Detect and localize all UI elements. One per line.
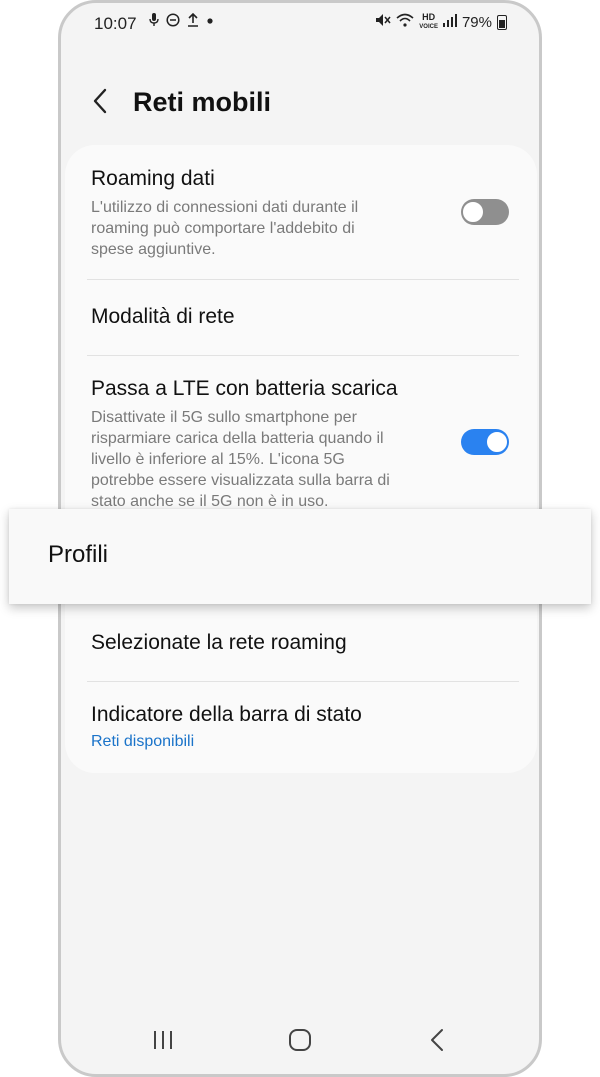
divider [87, 279, 519, 280]
hd-label: HD [422, 12, 436, 22]
home-icon[interactable] [280, 1025, 320, 1055]
status-right-icons: HD VOICE 79% [375, 13, 507, 31]
battery-icon [497, 14, 507, 30]
roaming-toggle[interactable] [461, 199, 509, 225]
roaming-network-setting[interactable]: Selezionate la rete roaming [91, 631, 515, 655]
recent-apps-icon[interactable] [143, 1025, 183, 1055]
roaming-network-title: Selezionate la rete roaming [91, 631, 347, 654]
toggle-knob [462, 201, 484, 223]
network-mode-setting[interactable]: Modalità di rete [91, 305, 515, 329]
lte-low-battery-toggle[interactable] [461, 429, 509, 455]
roaming-setting[interactable]: Roaming dati L'utilizzo di connessioni d… [91, 167, 515, 260]
status-indicator-value: Reti disponibili [91, 733, 195, 750]
profiles-label: Profili [48, 541, 109, 568]
back-icon[interactable] [418, 1025, 458, 1055]
divider [87, 355, 519, 356]
mute-icon [375, 13, 391, 31]
status-indicator-title: Indicatore della barra di stato [91, 703, 362, 726]
page-title: Reti mobili [133, 87, 272, 117]
profiles-popup[interactable]: Profili [9, 509, 591, 604]
upload-icon [187, 12, 199, 30]
status-indicator-setting[interactable]: Indicatore della barra di stato Reti dis… [91, 703, 515, 751]
lte-low-battery-setting[interactable]: Passa a LTE con batteria scarica Disatti… [91, 377, 515, 512]
lte-low-battery-title: Passa a LTE con batteria scarica [91, 377, 398, 400]
status-time: 10:07 [94, 14, 137, 33]
hd-voice-icon: HD VOICE [419, 12, 438, 31]
settings-card: Roaming dati L'utilizzo di connessioni d… [65, 145, 537, 773]
roaming-title: Roaming dati [91, 167, 215, 190]
battery-percent: 79% [461, 13, 492, 31]
divider [87, 681, 519, 682]
network-mode-title: Modalità di rete [91, 305, 235, 328]
navigation-bar [61, 1020, 539, 1060]
do-not-disturb-icon [166, 13, 180, 30]
wifi-icon [396, 13, 414, 31]
status-left-icons [149, 12, 214, 30]
dot-icon [206, 13, 214, 30]
back-arrow-icon[interactable] [87, 81, 117, 121]
mic-icon [149, 13, 159, 30]
roaming-description: L'utilizzo di connessioni dati durante i… [91, 199, 359, 258]
signal-icon [442, 13, 457, 31]
status-bar: 10:07 HD VOICE 79% [61, 3, 539, 45]
header: Reti mobili [61, 73, 539, 133]
toggle-knob [486, 431, 508, 453]
lte-low-battery-description: Disattivate il 5G sullo smartphone per r… [91, 409, 390, 510]
